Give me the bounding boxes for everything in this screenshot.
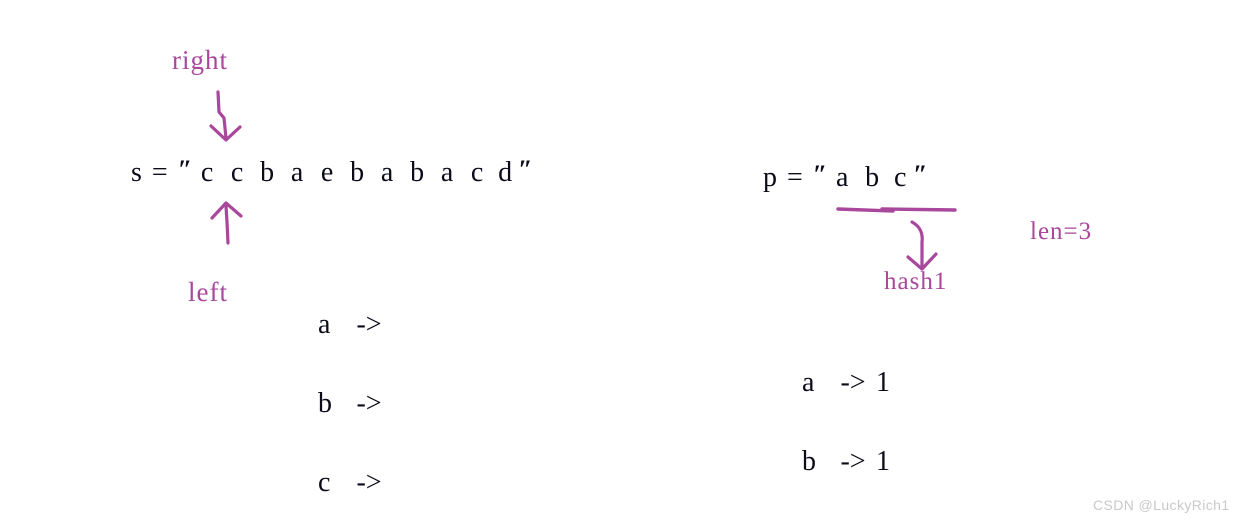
pattern-count-key: b [802, 446, 816, 477]
arrow-right-icon: -> [356, 467, 382, 498]
source-char: a [290, 157, 304, 188]
source-char: c [200, 157, 214, 188]
pattern-string-equals: = [787, 162, 803, 193]
window-count-map: a -> b -> c -> d -> e -> [318, 273, 392, 525]
hash1-label: hash1 [884, 268, 948, 295]
window-count-row: a -> [318, 309, 392, 352]
diagram-canvas: right s = ″ c c b a e b a b a c d ″ left… [0, 0, 1246, 525]
source-string-var: s [131, 157, 142, 188]
pattern-string-var: p [763, 162, 777, 193]
pattern-count-row: a -> 1 [802, 367, 890, 410]
pattern-string-open-quote: ″ [812, 160, 828, 189]
source-string-close-quote: ″ [518, 155, 533, 184]
pattern-string-row: p = ″ a b c ″ [763, 160, 928, 194]
window-count-row: b -> [318, 388, 392, 431]
window-count-row: c -> [318, 467, 392, 510]
pattern-count-value: 1 [876, 446, 890, 477]
pattern-count-row: b -> 1 [802, 446, 890, 489]
source-char: b [350, 157, 365, 188]
pattern-count-value: 1 [876, 367, 890, 398]
right-pointer-arrow-icon [209, 90, 242, 142]
handdrawn-annotation-layer [209, 90, 957, 271]
pattern-char: a [835, 162, 849, 193]
left-pointer-arrow-icon [210, 201, 243, 245]
window-count-key: c [318, 467, 331, 498]
source-char: a [380, 157, 394, 188]
source-char: c [470, 157, 484, 188]
right-pointer-label: right [172, 45, 228, 75]
source-char: b [410, 157, 425, 188]
pattern-length-label: len=3 [1030, 218, 1093, 245]
window-count-key: a [318, 309, 331, 340]
csdn-watermark: CSDN @LuckyRich1 [1093, 497, 1230, 513]
arrow-right-icon: -> [840, 446, 866, 477]
arrow-right-icon: -> [356, 388, 382, 419]
pattern-count-map: a -> 1 b -> 1 c -> 1 [802, 331, 890, 525]
pattern-char: b [865, 162, 880, 193]
arrow-right-icon: -> [840, 367, 866, 398]
pattern-string-chars: a b c [827, 162, 913, 194]
source-char: b [260, 157, 275, 188]
source-string-open-quote: ″ [177, 155, 193, 184]
pattern-underline [836, 207, 957, 213]
source-char: c [230, 157, 244, 188]
pattern-char: c [893, 162, 907, 193]
source-char: e [320, 157, 334, 188]
window-count-key: b [318, 388, 332, 419]
arrow-right-icon: -> [356, 309, 382, 340]
source-string-chars: c c b a e b a b a c d [192, 157, 518, 189]
pattern-string-close-quote: ″ [913, 160, 928, 189]
hash1-arrow-icon [906, 220, 938, 271]
source-string-equals: = [151, 157, 168, 188]
source-char: d [498, 157, 513, 188]
left-pointer-label: left [188, 277, 228, 307]
pattern-count-key: a [802, 367, 815, 398]
source-string-row: s = ″ c c b a e b a b a c d ″ [131, 155, 533, 189]
source-char: a [440, 157, 454, 188]
